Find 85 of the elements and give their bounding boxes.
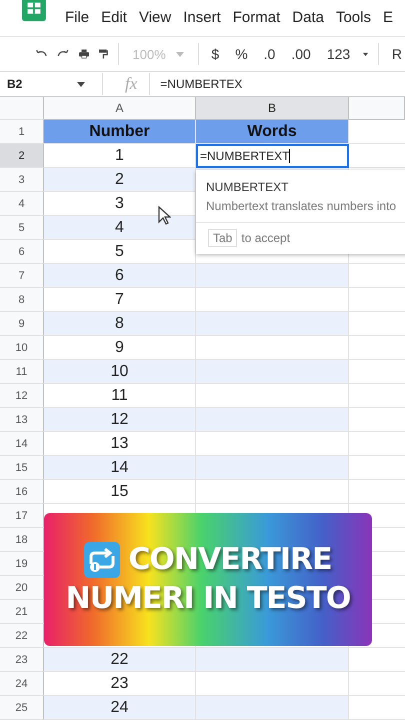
- menu-item[interactable]: Tools: [336, 9, 371, 26]
- row-header[interactable]: 23: [0, 648, 44, 672]
- row-header[interactable]: 5: [0, 216, 44, 240]
- column-header[interactable]: A: [44, 97, 196, 120]
- table-cell: 24: [44, 696, 195, 719]
- table-cell-text: 1: [114, 146, 125, 166]
- increase-decimal-button[interactable]: .00: [288, 46, 314, 62]
- key-label: Tab: [208, 229, 238, 247]
- table-cell: 8: [44, 312, 195, 335]
- table-cell-text: 3: [114, 194, 125, 214]
- menu-item[interactable]: Edit: [101, 9, 127, 26]
- decrease-decimal-button[interactable]: .0: [260, 46, 278, 62]
- table-cell-text: 13: [110, 434, 130, 454]
- menu-item[interactable]: E: [382, 9, 393, 26]
- row-header[interactable]: 3: [0, 168, 44, 192]
- row-header[interactable]: 12: [0, 384, 44, 408]
- table-cell-text: 23: [110, 674, 130, 694]
- percent-button[interactable]: %: [232, 46, 251, 62]
- hint-text: to accept: [241, 231, 290, 245]
- zoom-value: 100%: [132, 46, 166, 62]
- cell-editor[interactable]: =NUMBERTEXT: [196, 144, 349, 168]
- number-format-button[interactable]: 123: [324, 46, 354, 62]
- row-header[interactable]: 21: [0, 600, 44, 624]
- row-header[interactable]: 6: [0, 240, 44, 264]
- row-header[interactable]: 22: [0, 624, 44, 648]
- header-cell: Number: [44, 120, 195, 143]
- corner-cell[interactable]: [0, 97, 44, 120]
- table-cell-text: 5: [114, 242, 125, 262]
- table-cell: 22: [44, 648, 195, 671]
- row-header[interactable]: 25: [0, 696, 44, 720]
- table-cell[interactable]: [196, 360, 348, 383]
- table-cell-text: 15: [110, 482, 130, 502]
- table-cell: 6: [44, 264, 195, 287]
- column-header[interactable]: [349, 97, 405, 120]
- row-header[interactable]: 17: [0, 504, 44, 528]
- toolbar-item[interactable]: R: [388, 46, 405, 62]
- table-cell: 2: [44, 168, 195, 191]
- header-cell: Words: [196, 120, 348, 143]
- pointer-icon[interactable]: [158, 206, 171, 225]
- table-cell: 10: [44, 360, 195, 383]
- sheets-logo-icon[interactable]: [22, 0, 46, 22]
- row-header[interactable]: 9: [0, 312, 44, 336]
- caret-icon[interactable]: [363, 52, 368, 56]
- row-header[interactable]: 2: [0, 144, 44, 168]
- repeat-one-icon[interactable]: [84, 542, 120, 578]
- cell-reference: B2: [7, 77, 22, 91]
- row-header[interactable]: 14: [0, 432, 44, 456]
- table-cell: 14: [44, 456, 195, 479]
- table-cell-text: 7: [114, 290, 125, 310]
- row-header[interactable]: 11: [0, 360, 44, 384]
- table-cell-text: 11: [110, 386, 129, 406]
- function-label: fx: [125, 74, 138, 94]
- table-cell[interactable]: [196, 312, 348, 335]
- menu-item[interactable]: Insert: [183, 9, 221, 26]
- table-cell[interactable]: [196, 696, 348, 719]
- row-header[interactable]: 24: [0, 672, 44, 696]
- row-header[interactable]: 8: [0, 288, 44, 312]
- row-header[interactable]: 20: [0, 576, 44, 600]
- table-cell: 12: [44, 408, 195, 431]
- table-cell-text: 9: [114, 338, 125, 358]
- row-header[interactable]: 19: [0, 552, 44, 576]
- row-header[interactable]: 10: [0, 336, 44, 360]
- function-name[interactable]: NUMBERTEXT: [196, 180, 405, 194]
- menu-item[interactable]: Format: [232, 9, 280, 26]
- table-cell[interactable]: [196, 408, 348, 431]
- row-header[interactable]: 1: [0, 120, 44, 144]
- row-header[interactable]: 18: [0, 528, 44, 552]
- menu-item[interactable]: View: [138, 9, 172, 26]
- table-cell: 4: [44, 216, 195, 239]
- menu-item[interactable]: Data: [292, 9, 324, 26]
- table-cell[interactable]: [196, 264, 348, 287]
- row-header[interactable]: 7: [0, 264, 44, 288]
- row-header[interactable]: 15: [0, 456, 44, 480]
- currency-button[interactable]: $: [208, 46, 222, 62]
- row-header[interactable]: 16: [0, 480, 44, 504]
- row-header[interactable]: 4: [0, 192, 44, 216]
- caret-icon[interactable]: [77, 82, 85, 86]
- menu-item[interactable]: File: [64, 9, 90, 26]
- formula-field[interactable]: =NUMBERTEX: [160, 77, 242, 91]
- table-cell[interactable]: [196, 456, 348, 479]
- name-box[interactable]: B2: [0, 77, 92, 91]
- table-cell[interactable]: [196, 648, 348, 671]
- row-header[interactable]: 13: [0, 408, 44, 432]
- column-header[interactable]: B: [196, 97, 349, 120]
- function-description: Numbertext translates numbers into: [205, 199, 398, 213]
